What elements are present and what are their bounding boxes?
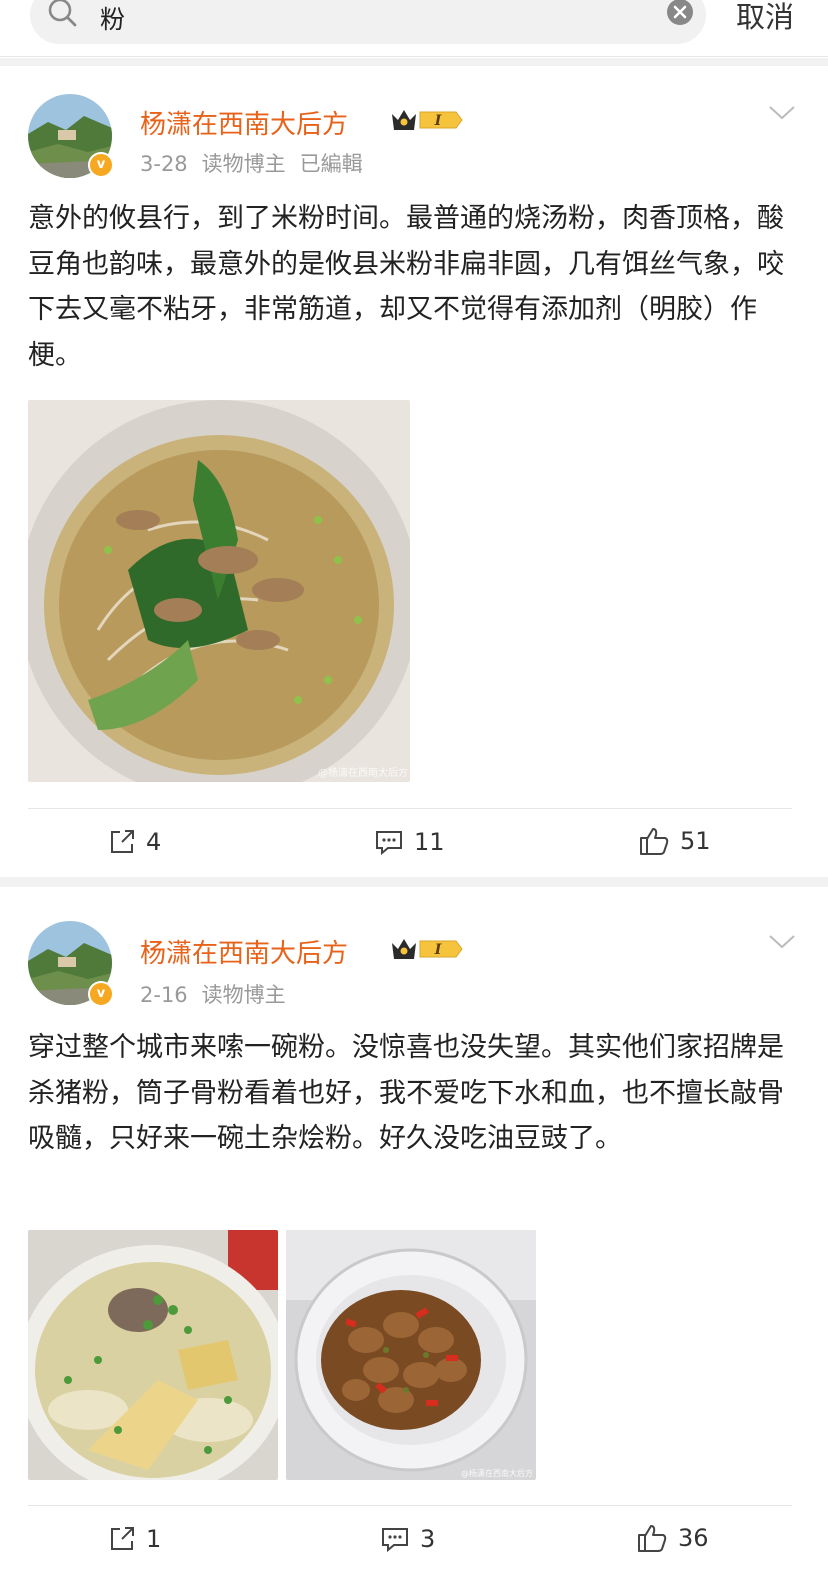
like-count: 36 xyxy=(678,1524,709,1552)
repost-button[interactable]: 1 xyxy=(108,1525,161,1553)
divider xyxy=(0,56,828,57)
comment-icon xyxy=(382,1528,408,1553)
chevron-down-icon[interactable] xyxy=(768,933,796,951)
repost-icon xyxy=(111,1527,134,1550)
author-tag: 读物博主 xyxy=(201,152,286,176)
comment-button[interactable]: 11 xyxy=(374,828,445,856)
like-icon xyxy=(638,1525,667,1552)
divider xyxy=(28,1505,792,1506)
comment-count: 11 xyxy=(414,828,445,856)
comment-count: 3 xyxy=(420,1525,436,1553)
author-name[interactable]: 杨潇在西南大后方 xyxy=(140,104,348,141)
search-box[interactable]: 粉 xyxy=(30,0,706,44)
action-bar: 4 11 51 xyxy=(0,812,828,872)
like-button[interactable]: 36 xyxy=(636,1523,709,1553)
svg-text:@杨潇在西南大后方: @杨潇在西南大后方 xyxy=(461,1468,533,1478)
like-icon xyxy=(640,828,669,855)
post-image[interactable]: @杨潇在西南大后方 xyxy=(28,400,410,782)
post-date: 3-28 xyxy=(140,152,188,176)
post-meta: 2-16 读物博主 xyxy=(140,979,300,1009)
repost-icon xyxy=(111,830,134,853)
edited-label: 已編輯 xyxy=(299,152,363,176)
author-name[interactable]: 杨潇在西南大后方 xyxy=(140,933,348,970)
comment-button[interactable]: 3 xyxy=(380,1525,435,1553)
divider xyxy=(0,58,828,66)
repost-button[interactable]: 4 xyxy=(108,828,161,856)
clear-icon[interactable] xyxy=(666,0,694,26)
vip-crown-badge-icon: I xyxy=(392,110,463,130)
verified-badge-icon: v xyxy=(88,152,114,178)
vip-crown-badge-icon: I xyxy=(392,939,463,959)
post-text: 穿过整个城市来嗦一碗粉。没惊喜也没失望。其实他们家招牌是杀猪粉，筒子骨粉看着也好… xyxy=(28,1032,784,1154)
repost-count: 1 xyxy=(146,1525,162,1553)
cancel-button[interactable]: 取消 xyxy=(736,0,794,36)
search-icon xyxy=(48,0,77,27)
svg-text:I: I xyxy=(434,113,442,129)
search-bar: 粉 取消 xyxy=(0,0,828,56)
author-tag: 读物博主 xyxy=(201,983,286,1007)
post-meta: 3-28 读物博主 已編輯 xyxy=(140,148,377,178)
post-date: 2-16 xyxy=(140,983,188,1007)
divider xyxy=(0,877,828,887)
action-bar: 1 3 36 xyxy=(0,1509,828,1569)
post-image[interactable] xyxy=(28,1230,278,1480)
svg-text:@杨潇在西南大后方: @杨潇在西南大后方 xyxy=(318,766,408,779)
post-text: 意外的攸县行，到了米粉时间。最普通的烧汤粉，肉香顶格，酸豆角也韵味，最意外的是攸… xyxy=(28,203,784,371)
like-button[interactable]: 51 xyxy=(638,826,711,856)
post-image[interactable]: @杨潇在西南大后方 xyxy=(286,1230,536,1480)
search-input[interactable]: 粉 xyxy=(100,0,125,36)
like-count: 51 xyxy=(680,827,711,855)
comment-icon xyxy=(376,831,402,856)
svg-text:I: I xyxy=(434,942,442,958)
chevron-down-icon[interactable] xyxy=(768,104,796,122)
verified-badge-icon: v xyxy=(88,981,114,1007)
divider xyxy=(28,808,792,809)
repost-count: 4 xyxy=(146,828,162,856)
